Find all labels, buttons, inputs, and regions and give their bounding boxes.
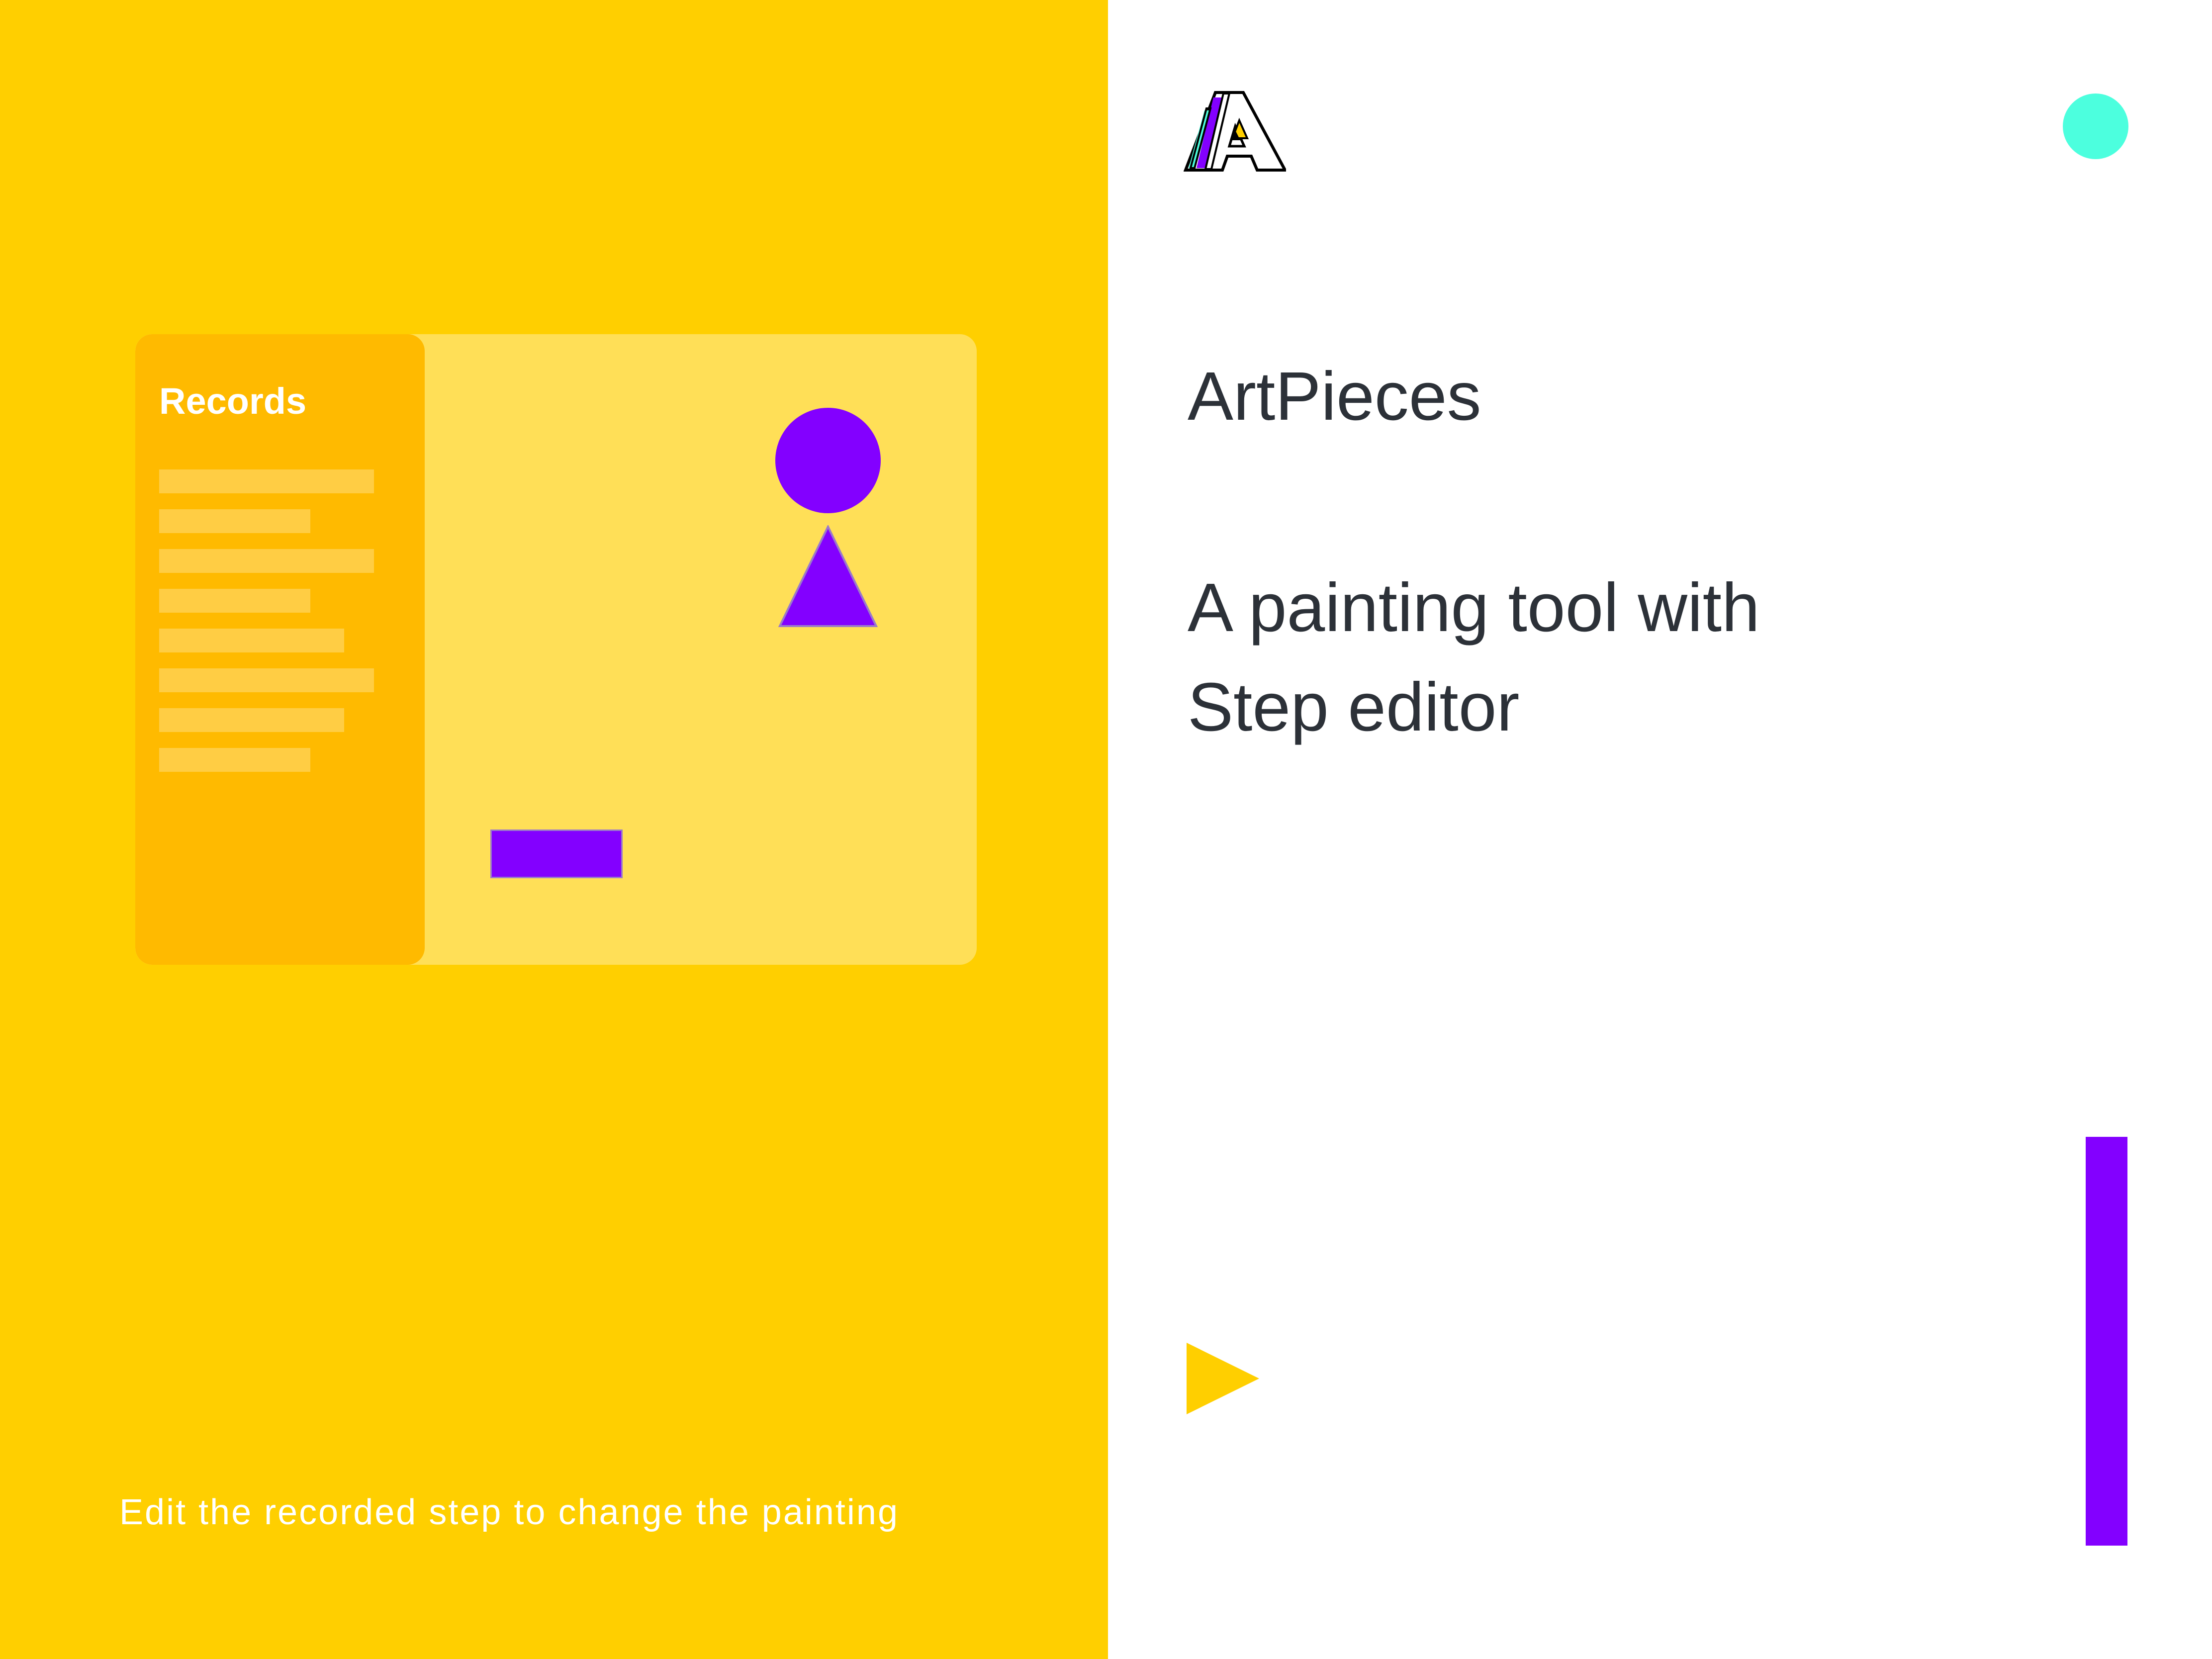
record-item[interactable]: [159, 668, 374, 692]
illustration-panel: Records Edit the recorded step to change…: [0, 0, 1108, 1659]
records-panel: Records: [135, 334, 425, 965]
artpieces-logo-icon: [1184, 91, 1286, 172]
app-page: Records Edit the recorded step to change…: [0, 0, 2212, 1659]
status-dot-icon: [2063, 93, 2128, 159]
canvas-rectangle-shape[interactable]: [490, 830, 623, 878]
app-tagline: A painting tool with Step editor: [1188, 558, 1760, 757]
record-item[interactable]: [159, 708, 344, 732]
canvas-circle-shape[interactable]: [775, 408, 881, 513]
accent-bar: [2086, 1137, 2127, 1546]
app-title: ArtPieces: [1188, 358, 1481, 435]
play-icon[interactable]: [1187, 1343, 1259, 1414]
tagline-line-2: Step editor: [1188, 669, 1520, 745]
record-item[interactable]: [159, 509, 310, 533]
record-item[interactable]: [159, 589, 310, 613]
canvas-triangle-shape[interactable]: [778, 525, 878, 628]
records-title: Records: [159, 380, 307, 422]
mock-editor-window: Records: [135, 334, 977, 965]
record-item[interactable]: [159, 629, 344, 652]
record-item[interactable]: [159, 549, 374, 573]
record-item[interactable]: [159, 748, 310, 772]
caption-text: Edit the recorded step to change the pai…: [119, 1492, 900, 1532]
tagline-line-1: A painting tool with: [1188, 569, 1760, 646]
record-item[interactable]: [159, 469, 374, 493]
